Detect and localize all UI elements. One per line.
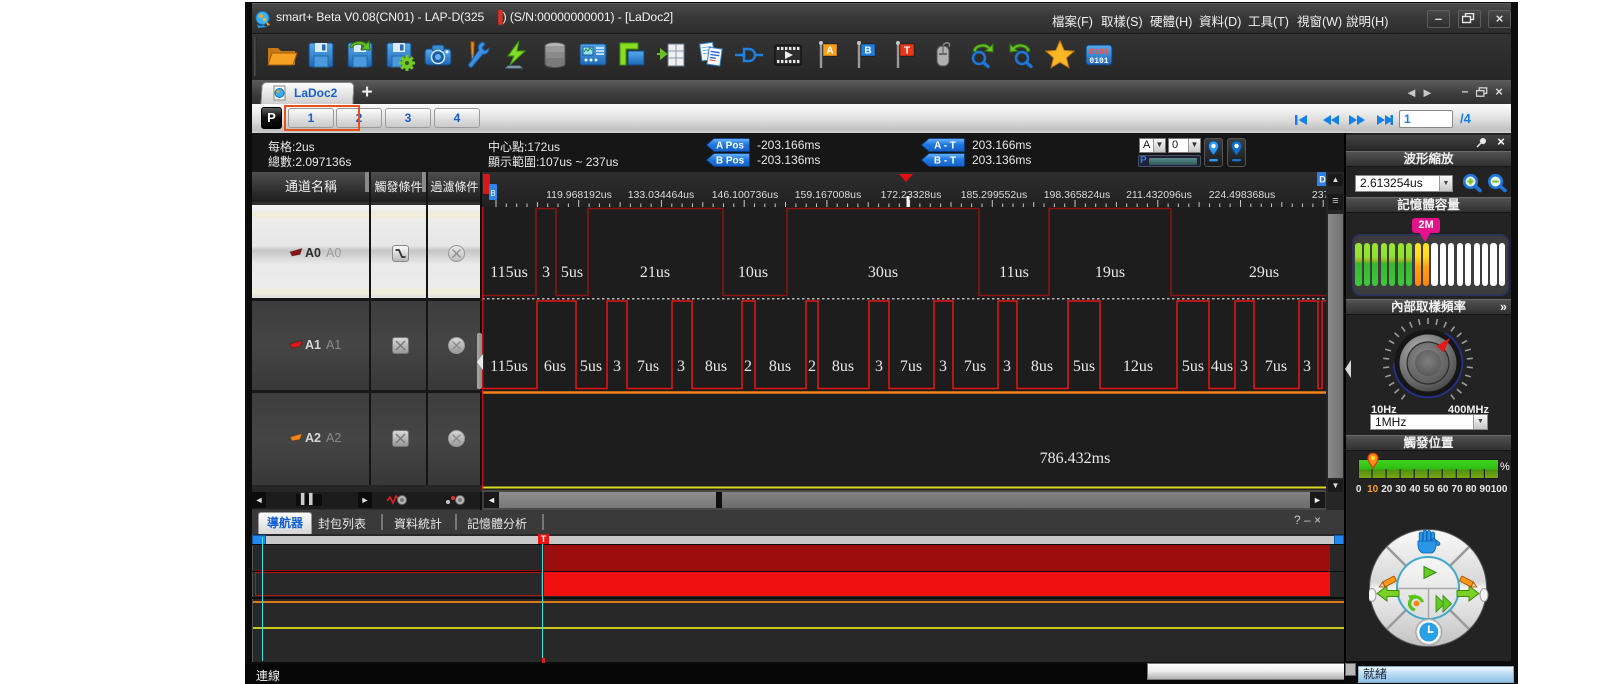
svg-text:0101: 0101 [1089, 48, 1108, 57]
svg-text:3: 3 [1240, 358, 1248, 375]
svg-text:3: 3 [1003, 358, 1011, 375]
svg-text:115us: 115us [490, 358, 528, 375]
svg-text:7us: 7us [1265, 358, 1287, 375]
svg-text:115us: 115us [490, 264, 528, 281]
svg-text:198.365824us: 198.365824us [1044, 189, 1111, 201]
svg-text:237.5: 237.5 [1312, 189, 1326, 201]
svg-text:185.299552us: 185.299552us [961, 189, 1028, 201]
svg-text:3: 3 [875, 358, 883, 375]
svg-text:19us: 19us [1095, 264, 1125, 281]
svg-text:5us: 5us [561, 264, 583, 281]
svg-text:A - T: A - T [934, 141, 956, 152]
svg-text:12us: 12us [1123, 358, 1153, 375]
svg-text:2: 2 [808, 358, 816, 375]
svg-text:8us: 8us [705, 358, 727, 375]
svg-text:B: B [490, 189, 495, 198]
svg-text:5us: 5us [1073, 358, 1095, 375]
svg-text:224.498368us: 224.498368us [1209, 189, 1276, 201]
svg-text:159.167008us: 159.167008us [795, 189, 862, 201]
svg-text:786.432ms: 786.432ms [1040, 450, 1111, 467]
svg-text:T: T [904, 46, 910, 57]
svg-text:7us: 7us [964, 358, 986, 375]
svg-text:8us: 8us [832, 358, 854, 375]
svg-text:146.100736us: 146.100736us [712, 189, 779, 201]
svg-text:B Pos: B Pos [716, 156, 745, 167]
svg-text:A Pos: A Pos [716, 141, 744, 152]
svg-text:4us: 4us [1211, 358, 1233, 375]
svg-text:3: 3 [677, 358, 685, 375]
svg-text:7us: 7us [637, 358, 659, 375]
svg-text:30us: 30us [868, 264, 898, 281]
svg-text:133.034464us: 133.034464us [628, 189, 695, 201]
svg-text:6us: 6us [544, 358, 566, 375]
svg-text:211.432096us: 211.432096us [1126, 189, 1192, 201]
svg-text:172.23328us: 172.23328us [881, 189, 942, 201]
svg-text:0101: 0101 [1089, 57, 1108, 66]
svg-text:21us: 21us [640, 264, 670, 281]
svg-text:8us: 8us [1031, 358, 1053, 375]
svg-text:29us: 29us [1249, 264, 1279, 281]
svg-text:119.968192us: 119.968192us [546, 189, 612, 201]
svg-text:3: 3 [939, 358, 947, 375]
svg-text:D: D [1319, 175, 1326, 185]
svg-text:11us: 11us [999, 264, 1029, 281]
svg-text:B: B [864, 46, 871, 57]
svg-text:7us: 7us [900, 358, 922, 375]
svg-text:5us: 5us [1182, 358, 1204, 375]
svg-text:5us: 5us [580, 358, 602, 375]
svg-text:3: 3 [613, 358, 621, 375]
svg-text:3: 3 [1303, 358, 1311, 375]
svg-text:3: 3 [542, 264, 550, 281]
svg-text:8us: 8us [769, 358, 791, 375]
svg-text:A: A [826, 46, 833, 57]
svg-text:2: 2 [744, 358, 752, 375]
svg-text:B - T: B - T [934, 156, 956, 167]
svg-text:10us: 10us [738, 264, 768, 281]
